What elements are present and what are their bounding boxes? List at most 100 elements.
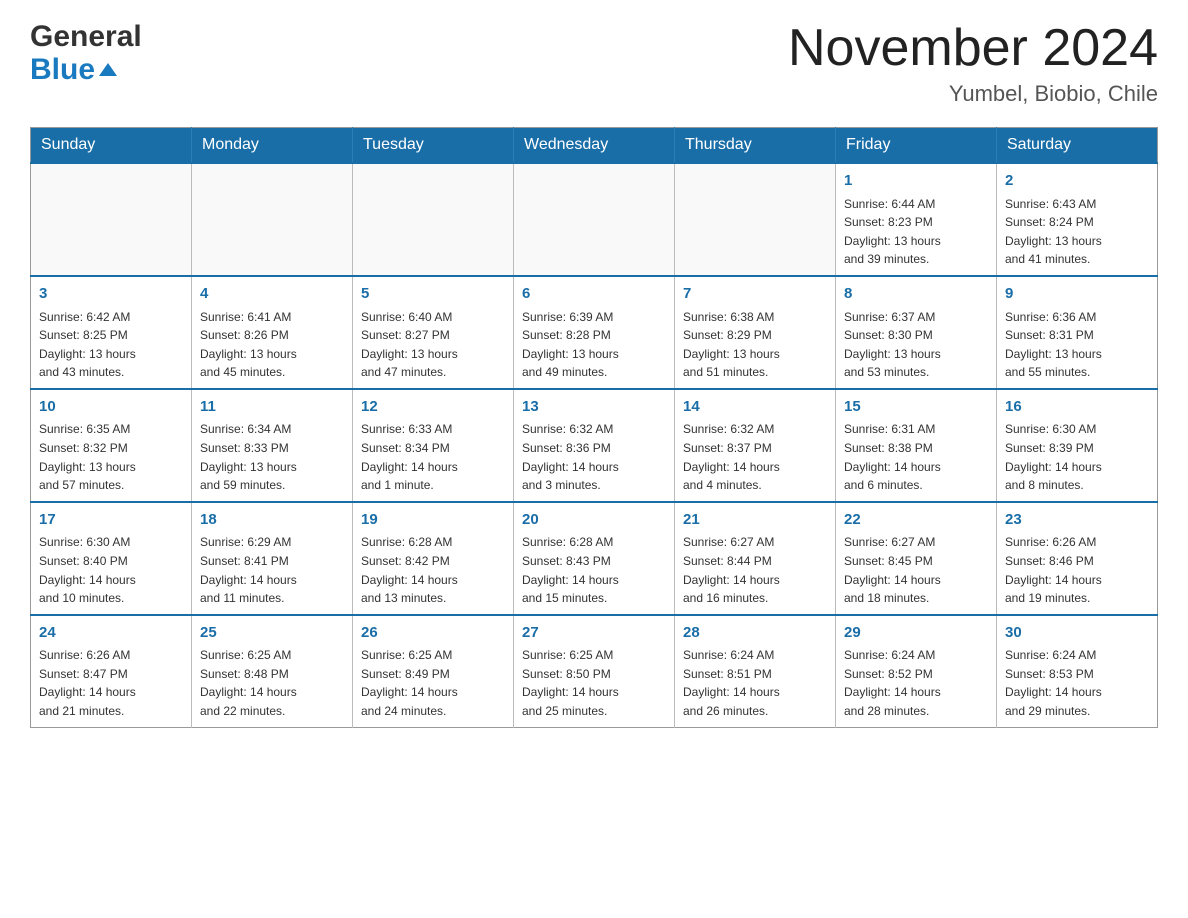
day-number: 19: [361, 509, 505, 532]
day-info: Sunrise: 6:24 AM Sunset: 8:51 PM Dayligh…: [683, 646, 827, 720]
logo-general: General: [30, 20, 142, 53]
day-info: Sunrise: 6:34 AM Sunset: 8:33 PM Dayligh…: [200, 420, 344, 494]
day-number: 25: [200, 622, 344, 645]
calendar-cell: 7Sunrise: 6:38 AM Sunset: 8:29 PM Daylig…: [675, 276, 836, 389]
calendar-cell: 6Sunrise: 6:39 AM Sunset: 8:28 PM Daylig…: [514, 276, 675, 389]
day-number: 14: [683, 396, 827, 419]
calendar-cell: 30Sunrise: 6:24 AM Sunset: 8:53 PM Dayli…: [997, 615, 1158, 727]
calendar-cell: 9Sunrise: 6:36 AM Sunset: 8:31 PM Daylig…: [997, 276, 1158, 389]
calendar-cell: [675, 163, 836, 276]
calendar-cell: 19Sunrise: 6:28 AM Sunset: 8:42 PM Dayli…: [353, 502, 514, 615]
calendar-cell: 5Sunrise: 6:40 AM Sunset: 8:27 PM Daylig…: [353, 276, 514, 389]
calendar-cell: 10Sunrise: 6:35 AM Sunset: 8:32 PM Dayli…: [31, 389, 192, 502]
day-number: 5: [361, 283, 505, 306]
day-info: Sunrise: 6:33 AM Sunset: 8:34 PM Dayligh…: [361, 420, 505, 494]
calendar-cell: 28Sunrise: 6:24 AM Sunset: 8:51 PM Dayli…: [675, 615, 836, 727]
day-number: 10: [39, 396, 183, 419]
day-info: Sunrise: 6:30 AM Sunset: 8:40 PM Dayligh…: [39, 533, 183, 607]
calendar-week-row: 17Sunrise: 6:30 AM Sunset: 8:40 PM Dayli…: [31, 502, 1158, 615]
day-info: Sunrise: 6:32 AM Sunset: 8:37 PM Dayligh…: [683, 420, 827, 494]
day-number: 12: [361, 396, 505, 419]
location-subtitle: Yumbel, Biobio, Chile: [788, 81, 1158, 107]
calendar-cell: 1Sunrise: 6:44 AM Sunset: 8:23 PM Daylig…: [836, 163, 997, 276]
calendar-table: SundayMondayTuesdayWednesdayThursdayFrid…: [30, 127, 1158, 727]
calendar-week-row: 24Sunrise: 6:26 AM Sunset: 8:47 PM Dayli…: [31, 615, 1158, 727]
day-info: Sunrise: 6:38 AM Sunset: 8:29 PM Dayligh…: [683, 308, 827, 382]
day-info: Sunrise: 6:25 AM Sunset: 8:48 PM Dayligh…: [200, 646, 344, 720]
day-info: Sunrise: 6:24 AM Sunset: 8:53 PM Dayligh…: [1005, 646, 1149, 720]
calendar-week-row: 3Sunrise: 6:42 AM Sunset: 8:25 PM Daylig…: [31, 276, 1158, 389]
day-number: 26: [361, 622, 505, 645]
day-info: Sunrise: 6:30 AM Sunset: 8:39 PM Dayligh…: [1005, 420, 1149, 494]
day-info: Sunrise: 6:44 AM Sunset: 8:23 PM Dayligh…: [844, 195, 988, 269]
day-info: Sunrise: 6:25 AM Sunset: 8:49 PM Dayligh…: [361, 646, 505, 720]
day-info: Sunrise: 6:27 AM Sunset: 8:44 PM Dayligh…: [683, 533, 827, 607]
day-info: Sunrise: 6:40 AM Sunset: 8:27 PM Dayligh…: [361, 308, 505, 382]
calendar-cell: 17Sunrise: 6:30 AM Sunset: 8:40 PM Dayli…: [31, 502, 192, 615]
calendar-cell: 26Sunrise: 6:25 AM Sunset: 8:49 PM Dayli…: [353, 615, 514, 727]
day-info: Sunrise: 6:32 AM Sunset: 8:36 PM Dayligh…: [522, 420, 666, 494]
calendar-cell: [353, 163, 514, 276]
calendar-cell: [31, 163, 192, 276]
day-number: 24: [39, 622, 183, 645]
day-number: 16: [1005, 396, 1149, 419]
calendar-day-header: Thursday: [675, 128, 836, 164]
day-info: Sunrise: 6:26 AM Sunset: 8:47 PM Dayligh…: [39, 646, 183, 720]
calendar-day-header: Tuesday: [353, 128, 514, 164]
calendar-cell: 14Sunrise: 6:32 AM Sunset: 8:37 PM Dayli…: [675, 389, 836, 502]
calendar-day-header: Saturday: [997, 128, 1158, 164]
calendar-cell: 29Sunrise: 6:24 AM Sunset: 8:52 PM Dayli…: [836, 615, 997, 727]
calendar-week-row: 10Sunrise: 6:35 AM Sunset: 8:32 PM Dayli…: [31, 389, 1158, 502]
logo-blue: Blue: [30, 53, 142, 86]
day-number: 17: [39, 509, 183, 532]
calendar-day-header: Monday: [192, 128, 353, 164]
day-number: 22: [844, 509, 988, 532]
day-info: Sunrise: 6:37 AM Sunset: 8:30 PM Dayligh…: [844, 308, 988, 382]
logo-triangle-icon: [99, 63, 117, 76]
day-number: 1: [844, 170, 988, 193]
day-info: Sunrise: 6:31 AM Sunset: 8:38 PM Dayligh…: [844, 420, 988, 494]
day-info: Sunrise: 6:28 AM Sunset: 8:42 PM Dayligh…: [361, 533, 505, 607]
calendar-cell: [192, 163, 353, 276]
day-info: Sunrise: 6:28 AM Sunset: 8:43 PM Dayligh…: [522, 533, 666, 607]
calendar-cell: [514, 163, 675, 276]
calendar-cell: 4Sunrise: 6:41 AM Sunset: 8:26 PM Daylig…: [192, 276, 353, 389]
day-number: 13: [522, 396, 666, 419]
day-number: 30: [1005, 622, 1149, 645]
calendar-cell: 21Sunrise: 6:27 AM Sunset: 8:44 PM Dayli…: [675, 502, 836, 615]
calendar-cell: 25Sunrise: 6:25 AM Sunset: 8:48 PM Dayli…: [192, 615, 353, 727]
day-info: Sunrise: 6:36 AM Sunset: 8:31 PM Dayligh…: [1005, 308, 1149, 382]
calendar-header-row: SundayMondayTuesdayWednesdayThursdayFrid…: [31, 128, 1158, 164]
day-number: 9: [1005, 283, 1149, 306]
day-number: 8: [844, 283, 988, 306]
calendar-cell: 15Sunrise: 6:31 AM Sunset: 8:38 PM Dayli…: [836, 389, 997, 502]
calendar-cell: 16Sunrise: 6:30 AM Sunset: 8:39 PM Dayli…: [997, 389, 1158, 502]
calendar-cell: 24Sunrise: 6:26 AM Sunset: 8:47 PM Dayli…: [31, 615, 192, 727]
day-info: Sunrise: 6:41 AM Sunset: 8:26 PM Dayligh…: [200, 308, 344, 382]
day-info: Sunrise: 6:25 AM Sunset: 8:50 PM Dayligh…: [522, 646, 666, 720]
calendar-cell: 11Sunrise: 6:34 AM Sunset: 8:33 PM Dayli…: [192, 389, 353, 502]
calendar-cell: 23Sunrise: 6:26 AM Sunset: 8:46 PM Dayli…: [997, 502, 1158, 615]
calendar-week-row: 1Sunrise: 6:44 AM Sunset: 8:23 PM Daylig…: [31, 163, 1158, 276]
day-info: Sunrise: 6:29 AM Sunset: 8:41 PM Dayligh…: [200, 533, 344, 607]
day-info: Sunrise: 6:35 AM Sunset: 8:32 PM Dayligh…: [39, 420, 183, 494]
calendar-cell: 13Sunrise: 6:32 AM Sunset: 8:36 PM Dayli…: [514, 389, 675, 502]
calendar-cell: 20Sunrise: 6:28 AM Sunset: 8:43 PM Dayli…: [514, 502, 675, 615]
logo: General Blue: [30, 20, 142, 86]
day-number: 15: [844, 396, 988, 419]
day-number: 3: [39, 283, 183, 306]
calendar-cell: 18Sunrise: 6:29 AM Sunset: 8:41 PM Dayli…: [192, 502, 353, 615]
day-number: 29: [844, 622, 988, 645]
day-number: 20: [522, 509, 666, 532]
day-number: 7: [683, 283, 827, 306]
calendar-day-header: Wednesday: [514, 128, 675, 164]
day-info: Sunrise: 6:27 AM Sunset: 8:45 PM Dayligh…: [844, 533, 988, 607]
day-info: Sunrise: 6:24 AM Sunset: 8:52 PM Dayligh…: [844, 646, 988, 720]
day-number: 27: [522, 622, 666, 645]
calendar-cell: 8Sunrise: 6:37 AM Sunset: 8:30 PM Daylig…: [836, 276, 997, 389]
calendar-cell: 2Sunrise: 6:43 AM Sunset: 8:24 PM Daylig…: [997, 163, 1158, 276]
calendar-cell: 3Sunrise: 6:42 AM Sunset: 8:25 PM Daylig…: [31, 276, 192, 389]
calendar-day-header: Friday: [836, 128, 997, 164]
day-info: Sunrise: 6:43 AM Sunset: 8:24 PM Dayligh…: [1005, 195, 1149, 269]
day-number: 6: [522, 283, 666, 306]
